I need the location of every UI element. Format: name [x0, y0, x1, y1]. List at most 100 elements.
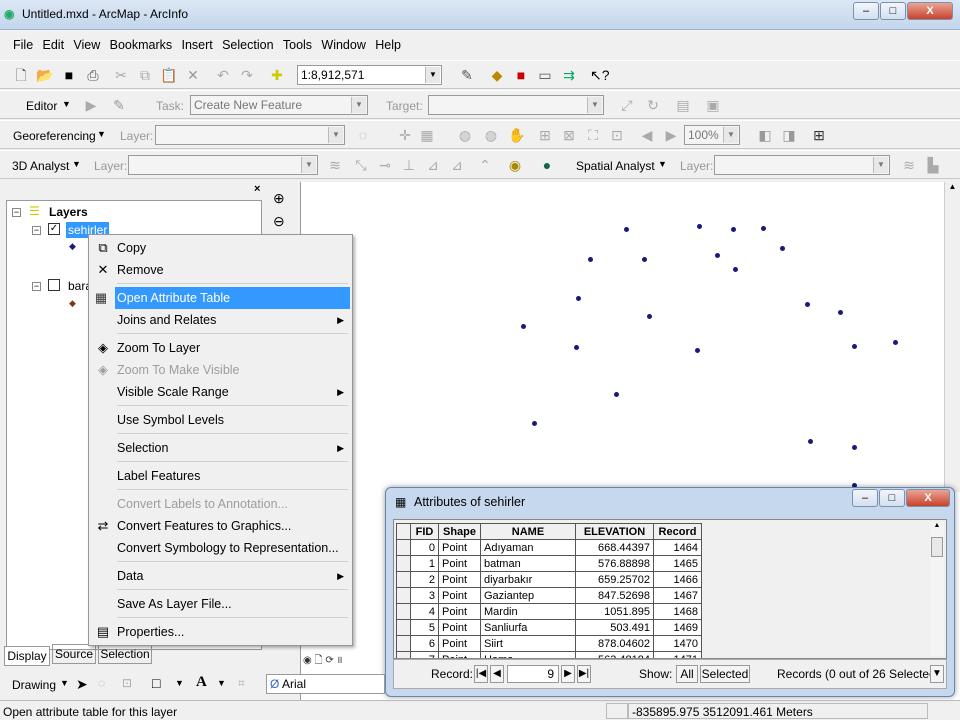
menu-item-label-features[interactable]: Label Features [91, 465, 350, 487]
rotate-icon[interactable]: ◌ [354, 126, 372, 144]
map-scrollbar[interactable]: ▲ [944, 182, 960, 492]
zoom-in-icon[interactable]: ⊕ [273, 190, 285, 207]
command-line-icon[interactable]: ▭ [536, 66, 554, 84]
chevron-down-icon[interactable]: ▼ [873, 157, 888, 173]
map-view-controls[interactable]: ◉ 🗋 ⟳ ॥ [303, 652, 342, 670]
menu-item-visible-scale-range[interactable]: Visible Scale Range ▶ [91, 381, 350, 403]
city-point[interactable] [761, 226, 766, 231]
chevron-down-icon[interactable]: ▼ [425, 67, 440, 83]
chevron-down-icon[interactable]: ▼ [328, 127, 343, 143]
line-of-sight-icon[interactable]: ⊸ [376, 156, 394, 174]
chevron-down-icon[interactable]: ▼ [72, 159, 81, 169]
menu-item-data[interactable]: Data ▶ [91, 565, 350, 587]
add-data-icon[interactable]: ✚ [268, 66, 286, 84]
add-control-points-icon[interactable]: ✛ [396, 126, 414, 144]
menu-item-copy[interactable]: ⧉ Copy [91, 237, 350, 259]
city-point[interactable] [521, 324, 526, 329]
table-row[interactable]: 4 Point Mardin 1051.895 1468 [396, 603, 702, 620]
city-point[interactable] [805, 302, 810, 307]
rectangle-icon[interactable]: □ [152, 675, 160, 691]
tab-selection[interactable]: Selection [98, 644, 152, 664]
menu-item-save-as-layer-file[interactable]: Save As Layer File... [91, 593, 350, 615]
select-all-cell[interactable] [396, 523, 411, 540]
sketch-tool-icon[interactable]: ✎ [110, 96, 128, 114]
layout-icon[interactable]: ⊞ [810, 126, 828, 144]
menu-window[interactable]: Window [318, 34, 368, 56]
menu-edit[interactable]: Edit [40, 34, 68, 56]
menu-item-selection[interactable]: Selection ▶ [91, 437, 350, 459]
attributes-icon[interactable]: ▤ [674, 96, 692, 114]
arccatalog-icon[interactable]: ◆ [488, 66, 506, 84]
chevron-down-icon[interactable]: ▼ [301, 157, 316, 173]
menu-item-convert-symbology-to-representation[interactable]: Convert Symbology to Representation... [91, 537, 350, 559]
zoom-whole-page-icon[interactable]: ⊡ [122, 676, 132, 690]
row-selector[interactable] [396, 587, 411, 604]
city-point[interactable] [647, 314, 652, 319]
row-selector[interactable] [396, 539, 411, 556]
row-selector[interactable] [396, 571, 411, 588]
new-icon[interactable]: 🗋 [12, 66, 30, 84]
task-combo[interactable]: Create New Feature ▼ [190, 95, 368, 115]
paste-icon[interactable]: 📋 [160, 66, 178, 84]
close-icon[interactable]: × [254, 183, 260, 195]
show-selected-button[interactable]: Selected [700, 665, 750, 683]
steepest-path-icon[interactable]: ⤡ [352, 156, 370, 174]
collapse-icon[interactable]: − [12, 208, 21, 217]
table-row[interactable]: 7PointHama563.481841471 [396, 651, 702, 658]
whats-this-icon[interactable]: ↖? [590, 66, 610, 84]
spatial-analyst-menu[interactable]: Spatial Analyst [576, 159, 655, 173]
city-point[interactable] [731, 227, 736, 232]
maximize-button[interactable]: □ [880, 2, 906, 20]
forward-icon[interactable]: ▶ [662, 126, 680, 144]
fixed-zoom-icon[interactable]: ⊞ [536, 126, 554, 144]
row-selector[interactable] [396, 635, 411, 652]
zoom-combo[interactable]: 100% ▼ [684, 125, 740, 145]
flicker-icon[interactable]: ◨ [780, 126, 798, 144]
zoom-out-fixed-icon[interactable]: ◍ [482, 126, 500, 144]
contour-icon[interactable]: ≋ [900, 156, 918, 174]
spatial-layer-combo[interactable]: ▼ [714, 155, 890, 175]
city-point[interactable] [838, 310, 843, 315]
next-record-button[interactable]: ▶ [561, 665, 575, 683]
menu-view[interactable]: View [70, 34, 103, 56]
menu-item-open-attribute-table[interactable]: ▦ Open Attribute Table [95, 287, 350, 309]
chevron-down-icon[interactable]: ▼ [587, 97, 602, 113]
select-elements-icon[interactable]: ➤ [76, 676, 88, 693]
back-icon[interactable]: ◀ [638, 126, 656, 144]
layer-visibility-checkbox[interactable] [48, 279, 60, 291]
undo-icon[interactable]: ↶ [214, 66, 232, 84]
chevron-down-icon[interactable]: ▼ [97, 129, 106, 139]
edit-vertices-icon[interactable]: ⌗ [238, 676, 245, 691]
city-point[interactable] [576, 296, 581, 301]
city-point[interactable] [733, 267, 738, 272]
3d-layer-combo[interactable]: ▼ [128, 155, 318, 175]
city-point[interactable] [588, 257, 593, 262]
minimize-button[interactable]: – [852, 489, 878, 507]
city-point[interactable] [852, 344, 857, 349]
city-point[interactable] [574, 345, 579, 350]
layer-visibility-checkbox[interactable]: ✓ [48, 223, 60, 235]
chevron-down-icon[interactable]: ▼ [351, 97, 366, 113]
font-combo[interactable]: Ø Arial [266, 674, 385, 694]
column-header-shape[interactable]: Shape [438, 523, 481, 540]
interpolate-line-icon[interactable]: ⊿ [424, 156, 442, 174]
rotate-icon[interactable]: ↻ [644, 96, 662, 114]
link-table-icon[interactable]: ▦ [418, 126, 436, 144]
swipe-icon[interactable]: ◧ [756, 126, 774, 144]
arcscene-icon[interactable]: ◉ [506, 156, 524, 174]
interpolate-point-icon[interactable]: ⊥ [400, 156, 418, 174]
arctoolbox-icon[interactable]: ■ [512, 66, 530, 84]
column-header-name[interactable]: NAME [480, 523, 576, 540]
histogram-icon[interactable]: ▙ [924, 156, 942, 174]
redo-icon[interactable]: ↷ [238, 66, 256, 84]
interpolate-polygon-icon[interactable]: ⊿ [448, 156, 466, 174]
menu-insert[interactable]: Insert [178, 34, 215, 56]
table-row[interactable]: 0 Point Adıyaman 668.44397 1464 [396, 539, 702, 556]
target-combo[interactable]: ▼ [428, 95, 604, 115]
menu-item-properties[interactable]: ▤ Properties... [91, 621, 350, 643]
menu-item-use-symbol-levels[interactable]: Use Symbol Levels [91, 409, 350, 431]
editor-toolbar-icon[interactable]: ✎ [458, 66, 476, 84]
column-header-record[interactable]: Record [653, 523, 702, 540]
maximize-button[interactable]: □ [879, 489, 905, 507]
chevron-down-icon[interactable]: ▼ [62, 99, 71, 109]
